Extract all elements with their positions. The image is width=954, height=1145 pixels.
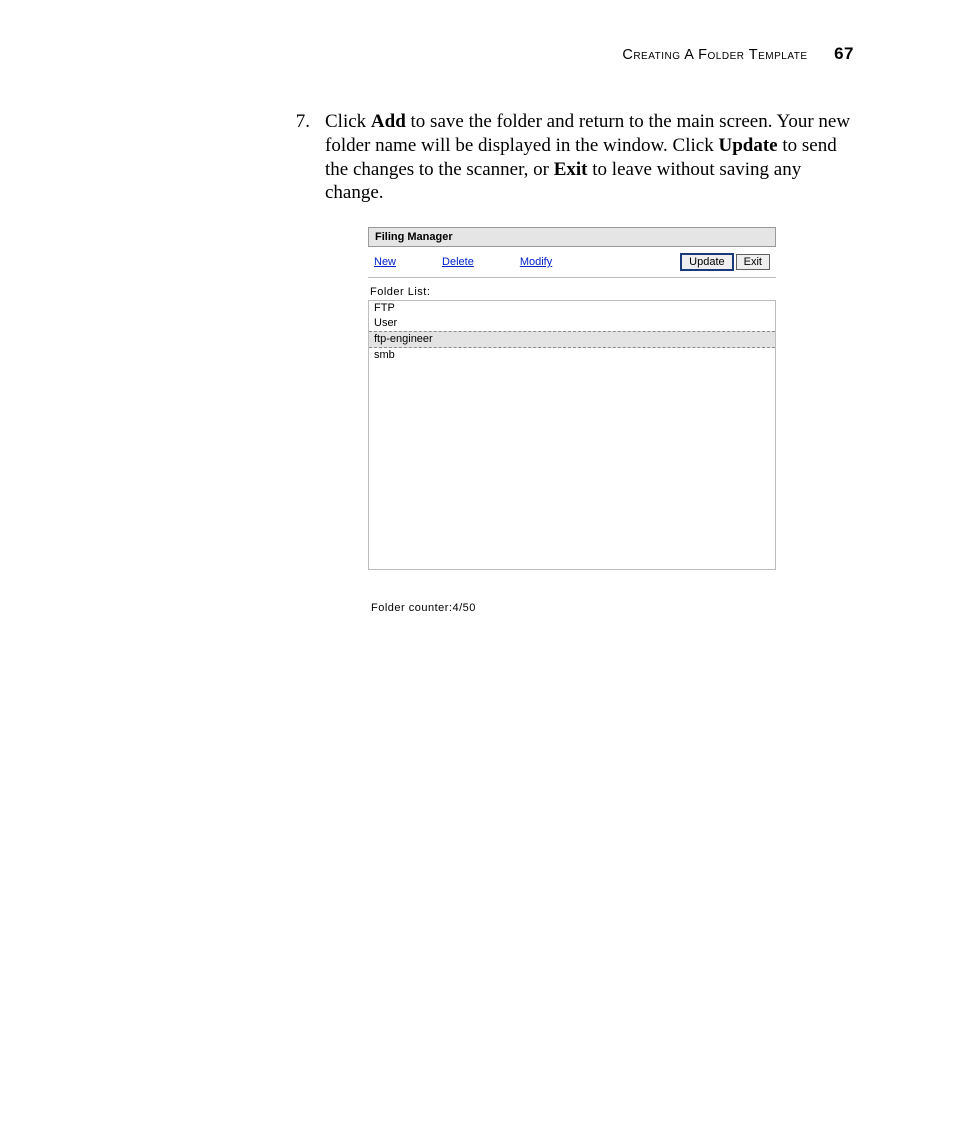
step-bold-add: Add: [371, 111, 406, 132]
header-title: Creating A Folder Template: [622, 47, 807, 63]
modify-link[interactable]: Modify: [520, 256, 552, 268]
folder-counter: Folder counter:4/50: [368, 602, 776, 614]
step-bold-update: Update: [718, 135, 777, 156]
filing-manager-window: Filing Manager New Delete Modify Update …: [368, 227, 776, 614]
page-number: 67: [834, 44, 854, 63]
step-bold-exit: Exit: [554, 159, 588, 180]
step-number: 7.: [290, 110, 310, 205]
folder-list-item[interactable]: ftp-engineer: [369, 331, 775, 348]
folder-list[interactable]: FTPUserftp-engineersmb: [368, 301, 776, 570]
folder-list-item[interactable]: smb: [369, 348, 775, 363]
folder-list-label: Folder List:: [368, 278, 776, 301]
window-title: Filing Manager: [368, 227, 776, 247]
exit-button[interactable]: Exit: [736, 254, 770, 270]
folder-list-item[interactable]: FTP: [369, 301, 775, 316]
step-7: 7. Click Add to save the folder and retu…: [290, 110, 855, 205]
step-text: Click Add to save the folder and return …: [325, 110, 855, 205]
new-link[interactable]: New: [374, 256, 396, 268]
folder-list-item[interactable]: User: [369, 316, 775, 331]
delete-link[interactable]: Delete: [442, 256, 474, 268]
toolbar: New Delete Modify Update Exit: [368, 247, 776, 278]
update-button[interactable]: Update: [680, 253, 733, 271]
running-header: Creating A Folder Template 67: [622, 44, 854, 64]
step-text-part: Click: [325, 111, 371, 132]
